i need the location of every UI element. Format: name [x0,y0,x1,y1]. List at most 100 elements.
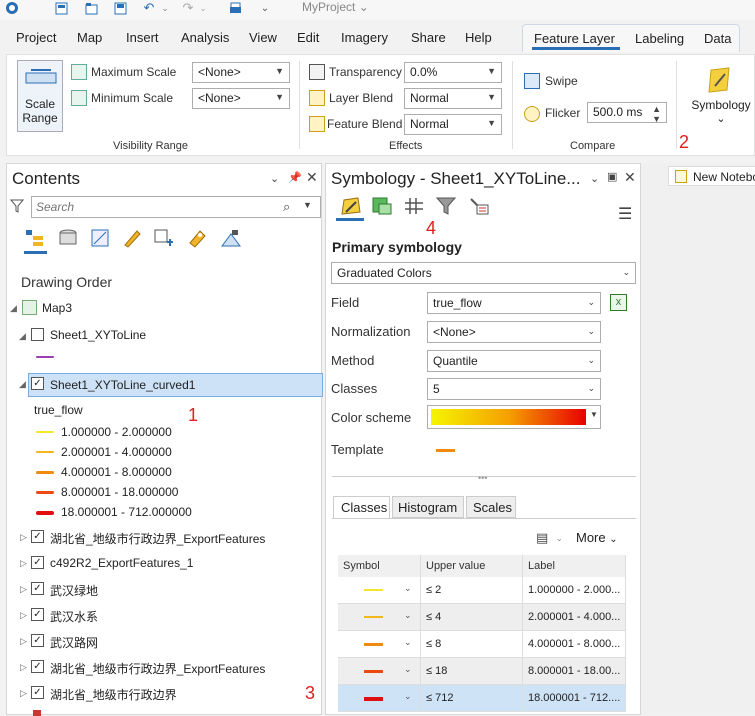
undo-dropdown-icon[interactable]: ⌄ [160,0,170,16]
advanced-symbology-tab-icon[interactable] [468,196,490,219]
grid-view-icon[interactable]: ▤ [536,530,548,546]
label-cell[interactable]: 2.000001 - 4.000... [523,604,626,631]
label-cell[interactable]: 18.000001 - 712.... [523,685,626,712]
template-symbol[interactable] [436,449,455,452]
tab-data[interactable]: Data [704,31,731,46]
pin-icon[interactable]: 📌 [288,171,302,184]
flicker-input[interactable]: 500.0 ms ▲ ▼ [587,102,667,124]
pane-options-icon[interactable]: ⌄ [590,172,599,185]
primary-symbology-tab-icon[interactable] [340,196,362,219]
scale-range-button[interactable]: Scale Range [17,60,63,132]
swipe-button[interactable]: Swipe [545,74,578,88]
upper-value-cell[interactable]: ≤ 4 [421,604,523,631]
collapse-icon[interactable]: ◢ [10,303,17,314]
menu-map[interactable]: Map [77,30,102,45]
expand-icon[interactable]: ▷ [20,662,27,673]
menu-analysis[interactable]: Analysis [181,30,229,45]
more-menu[interactable]: More ⌄ [576,530,618,545]
splitter-grip-icon[interactable]: ••• [478,473,487,483]
expand-icon[interactable]: ▷ [20,532,27,543]
tab-histogram[interactable]: Histogram [392,496,464,518]
symbol-cell[interactable]: ⌄ [338,685,421,712]
normalization-select[interactable]: <None> ⌄ [427,321,601,343]
field-select[interactable]: true_flow ⌄ [427,292,601,314]
symbol-cell[interactable]: ⌄ [338,631,421,658]
menu-share[interactable]: Share [411,30,446,45]
chevron-down-icon[interactable]: ⌄ [404,691,412,702]
method-select[interactable]: Quantile ⌄ [427,350,601,372]
list-by-selection-icon[interactable] [90,228,110,251]
renderer-select[interactable]: Graduated Colors ⌄ [331,262,636,284]
layer-visibility-checkbox[interactable] [31,328,44,341]
layer-item[interactable]: 武汉路网 [50,634,98,651]
symbol-layer-drawing-tab-icon[interactable] [403,196,425,219]
table-row[interactable]: ⌄ ≤ 2 1.000000 - 2.000... [338,577,626,604]
table-row[interactable]: ⌄ ≤ 712 18.000001 - 712.... [338,685,626,712]
chevron-down-icon[interactable]: ⌄ [404,664,412,675]
list-by-perspective-imagery-icon[interactable] [220,228,242,251]
label-cell[interactable]: 1.000000 - 2.000... [523,577,626,604]
layer-item[interactable]: 武汉绿地 [50,582,98,599]
label-cell[interactable]: 4.000001 - 8.000... [523,631,626,658]
upper-value-cell[interactable]: ≤ 712 [421,685,523,712]
undo-icon[interactable]: ↶ [141,0,157,16]
hamburger-menu-icon[interactable]: ☰ [618,204,632,224]
layer-visibility-checkbox[interactable]: ✓ [31,582,44,595]
redo-icon[interactable]: ↷ [180,0,196,16]
collapse-icon[interactable]: ◢ [19,331,26,342]
header-symbol[interactable]: Symbol [338,555,421,577]
transparency-input[interactable]: 0.0% ▼ [404,62,502,83]
layer-visibility-checkbox[interactable]: ✓ [31,634,44,647]
menu-view[interactable]: View [249,30,277,45]
tab-labeling[interactable]: Labeling [635,31,684,46]
list-by-snapping-icon[interactable] [153,228,175,251]
chevron-down-icon[interactable]: ⌄ [404,637,412,648]
layer-visibility-checkbox[interactable]: ✓ [31,660,44,673]
menu-imagery[interactable]: Imagery [341,30,388,45]
filter-icon[interactable] [10,198,24,214]
layer-visibility-checkbox[interactable]: ✓ [31,377,44,390]
layer-item[interactable]: 湖北省_地级市行政边界_ExportFeatures [50,660,265,677]
close-icon[interactable]: ✕ [306,169,318,186]
color-scheme-select[interactable]: ▼ [427,405,601,429]
collapse-icon[interactable]: ◢ [19,379,26,390]
menu-project[interactable]: Project [16,30,56,45]
layer-item[interactable]: 湖北省_地级市行政边界 [50,686,177,703]
upper-value-cell[interactable]: ≤ 2 [421,577,523,604]
layer-visibility-checkbox[interactable]: ✓ [31,556,44,569]
upper-value-cell[interactable]: ≤ 18 [421,658,523,685]
layer-item[interactable]: 湖北省_地级市行政边界_ExportFeatures [50,530,265,547]
list-by-source-icon[interactable] [58,228,78,251]
filter-symbology-tab-icon[interactable] [435,196,457,219]
menu-insert[interactable]: Insert [126,30,159,45]
layer-sheet1-xytoline[interactable]: Sheet1_XYToLine [50,328,146,342]
table-row[interactable]: ⌄ ≤ 4 2.000001 - 4.000... [338,604,626,631]
expression-builder-icon[interactable]: x [610,294,627,311]
symbology-button[interactable]: Symbology ⌄ [687,60,753,132]
label-cell[interactable]: 8.000001 - 18.00... [523,658,626,685]
search-icon[interactable]: ⌕ [283,199,290,215]
tab-scales[interactable]: Scales [466,496,516,518]
header-upper-value[interactable]: Upper value [421,555,523,577]
feature-blend-select[interactable]: Normal ▼ [404,114,502,135]
search-box[interactable]: ⌕ ▼ [31,196,321,218]
table-row[interactable]: ⌄ ≤ 8 4.000001 - 8.000... [338,631,626,658]
app-title-chevron-icon[interactable]: ⌄ [359,0,369,14]
close-icon[interactable]: ✕ [624,169,636,186]
vary-symbology-tab-icon[interactable] [371,196,393,219]
layer-blend-select[interactable]: Normal ▼ [404,88,502,109]
redo-dropdown-icon[interactable]: ⌄ [198,0,208,16]
table-row[interactable]: ⌄ ≤ 18 8.000001 - 18.00... [338,658,626,685]
layer-sheet1-xytoline-curved1[interactable]: Sheet1_XYToLine_curved1 [50,378,195,392]
symbol-cell[interactable]: ⌄ [338,604,421,631]
tab-feature-layer[interactable]: Feature Layer [534,31,615,46]
save-icon[interactable] [112,0,128,16]
upper-value-cell[interactable]: ≤ 8 [421,631,523,658]
expand-icon[interactable]: ▷ [20,584,27,595]
layer-item[interactable]: c492R2_ExportFeatures_1 [50,556,193,570]
expand-icon[interactable]: ▷ [20,636,27,647]
header-label[interactable]: Label [523,555,626,577]
maximize-icon[interactable]: ▣ [607,170,617,183]
list-by-editing-icon[interactable] [122,228,142,251]
menu-edit[interactable]: Edit [297,30,319,45]
